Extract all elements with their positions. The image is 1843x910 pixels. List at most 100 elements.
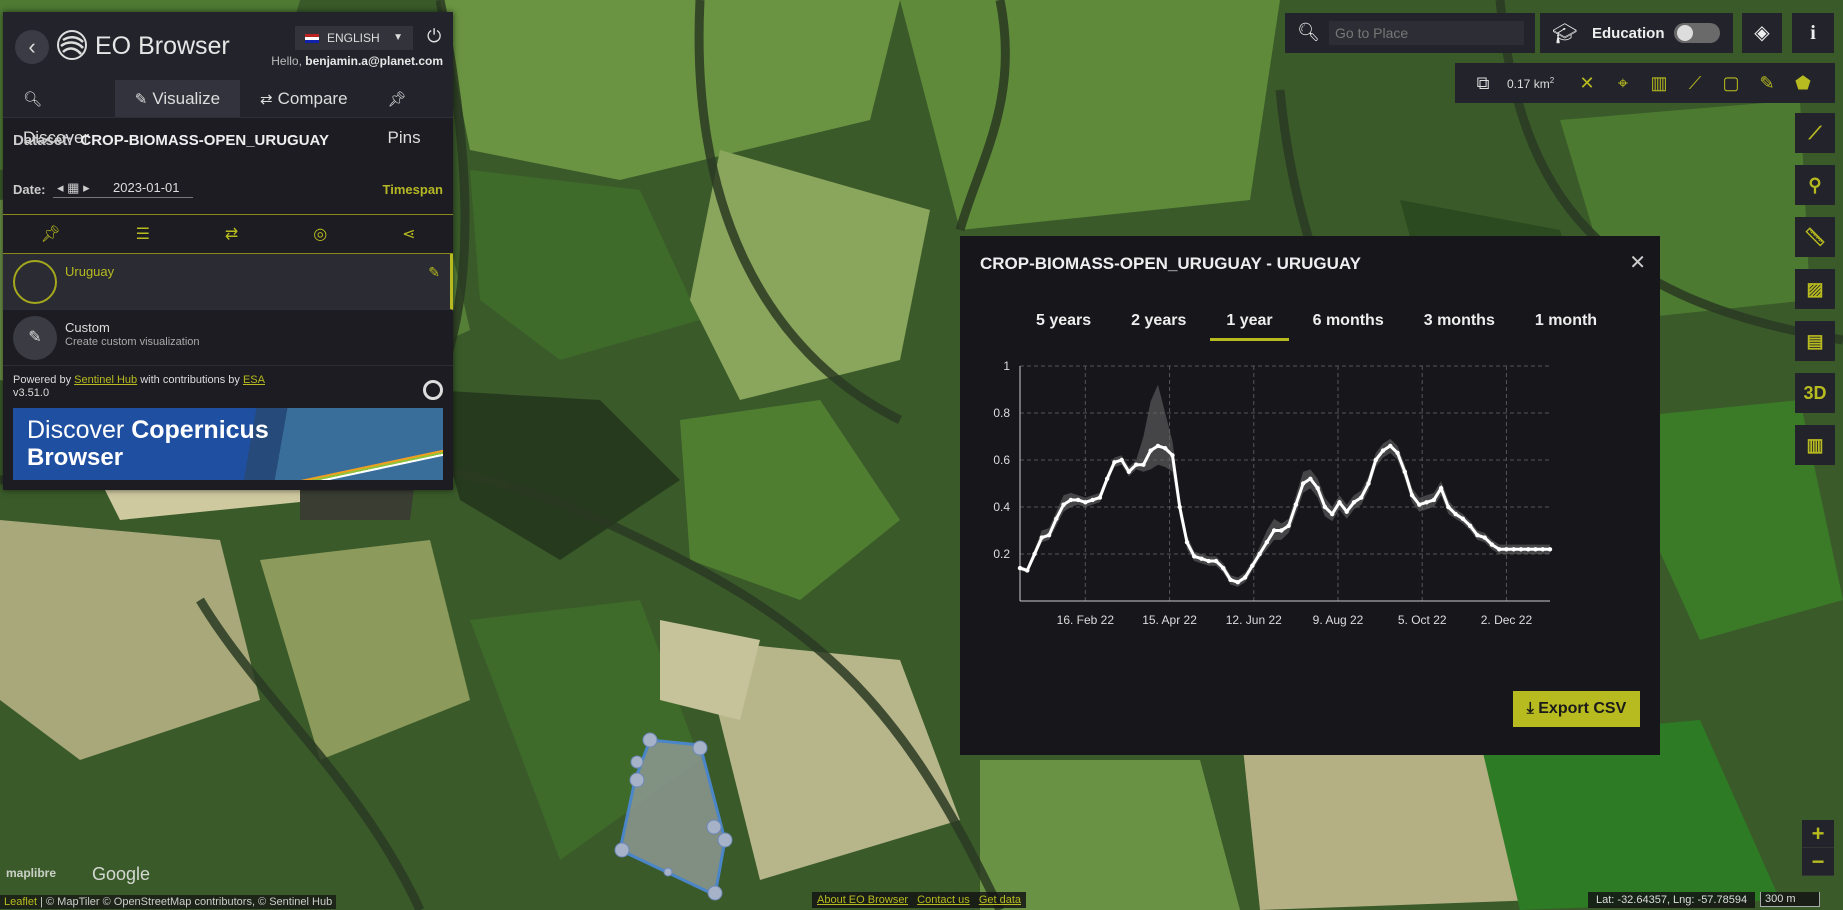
chart-icon[interactable]: ▥: [1795, 425, 1835, 465]
image-download-icon[interactable]: ▨: [1795, 269, 1835, 309]
about-link[interactable]: About EO Browser: [817, 894, 908, 906]
tab-pins[interactable]: 📌︎ Pins: [368, 80, 453, 147]
period-tab[interactable]: 1 year: [1210, 312, 1289, 341]
calendar-icon[interactable]: ▦: [67, 180, 79, 195]
graduation-cap-icon: 🎓︎: [1552, 23, 1578, 45]
visualization-uruguay[interactable]: Uruguay ✎: [3, 254, 453, 310]
esa-link[interactable]: ESA: [243, 374, 265, 386]
period-tab[interactable]: 1 month: [1519, 312, 1613, 341]
data-point: [1482, 535, 1487, 540]
pin-icon: 📌︎: [387, 91, 407, 108]
x-tick-label: 9. Aug 22: [1313, 613, 1364, 627]
search-bar: 🔍︎: [1285, 13, 1535, 53]
timespan-toggle[interactable]: Timespan: [383, 182, 443, 197]
app-title: EO Browser: [95, 32, 230, 60]
data-point: [1511, 547, 1516, 552]
remove-icon[interactable]: ✕: [1569, 73, 1605, 94]
data-point: [1395, 450, 1400, 456]
education-toggle[interactable]: [1674, 23, 1720, 43]
copy-icon[interactable]: ⧉: [1465, 73, 1501, 94]
zoom-in-button[interactable]: +: [1802, 820, 1834, 848]
data-point: [1213, 558, 1219, 564]
layers-icon[interactable]: ◈: [1742, 13, 1782, 53]
rectangle-icon[interactable]: ▢: [1713, 73, 1749, 94]
eye-slash-icon[interactable]: ◎: [313, 224, 327, 244]
back-button[interactable]: ‹: [15, 30, 49, 64]
language-select[interactable]: ENGLISH ▼: [295, 26, 413, 50]
sentinel-hub-link[interactable]: Sentinel Hub: [74, 374, 137, 386]
data-point: [1119, 457, 1124, 463]
banner-line-1: Discover Copernicus: [27, 416, 269, 445]
sliders-icon[interactable]: ☰: [136, 224, 150, 244]
prev-date-icon[interactable]: ◂: [57, 180, 64, 195]
data-point: [1235, 580, 1241, 585]
user-email: benjamin.a@planet.com: [305, 54, 443, 68]
visualization-custom[interactable]: ✎ Custom Create custom visualization: [3, 310, 453, 366]
scale-bar: 300 m: [1760, 892, 1820, 907]
period-tab[interactable]: 5 years: [1020, 312, 1107, 341]
data-point: [1547, 547, 1553, 552]
toggle-knob: [1677, 25, 1693, 41]
data-point: [1438, 486, 1444, 491]
eo-browser-logo-icon: [57, 30, 87, 60]
film-icon[interactable]: ▤: [1795, 321, 1835, 361]
polygon-icon[interactable]: ⬟: [1785, 73, 1821, 94]
tab-compare[interactable]: ⇄ Compare: [240, 80, 368, 117]
close-icon[interactable]: ✕: [1629, 250, 1646, 275]
swap-icon[interactable]: ⇄: [225, 224, 238, 244]
3d-button[interactable]: 3D: [1795, 373, 1835, 413]
copernicus-banner[interactable]: Discover Copernicus Browser: [13, 408, 443, 480]
data-point: [1112, 460, 1117, 465]
period-tab[interactable]: 3 months: [1408, 312, 1511, 341]
get-data-link[interactable]: Get data: [979, 894, 1021, 906]
y-tick-label: 0.8: [993, 406, 1010, 420]
export-csv-button[interactable]: ⤓ Export CSV: [1513, 691, 1640, 727]
data-point: [1133, 462, 1139, 467]
x-tick-label: 12. Jun 22: [1226, 613, 1282, 627]
powered-middle: with contributions by: [140, 374, 240, 386]
data-point: [1337, 500, 1342, 505]
data-point: [1090, 497, 1095, 503]
timeseries-chart: 0.2 0.4 0.6 0.8 1 16. Feb 22 15. Apr 22 12. Jun…: [993, 359, 1553, 627]
data-point: [1025, 568, 1030, 573]
area-value: 0.17 km: [1507, 76, 1550, 91]
period-tab[interactable]: 6 months: [1297, 312, 1400, 341]
data-point: [1206, 558, 1211, 564]
zoom-out-button[interactable]: −: [1802, 848, 1834, 876]
data-point: [1518, 547, 1524, 552]
data-point: [1388, 443, 1393, 449]
logout-icon[interactable]: ⏻: [427, 26, 441, 47]
edit-icon[interactable]: ✎: [428, 264, 440, 281]
contact-link[interactable]: Contact us: [917, 894, 970, 906]
banner-line-2: Browser: [27, 444, 124, 471]
info-icon[interactable]: i: [1792, 13, 1834, 53]
location-pin-icon[interactable]: ⚲: [1795, 165, 1835, 205]
data-point: [1373, 457, 1378, 463]
tab-visualize[interactable]: ✎ Visualize: [114, 80, 241, 117]
share-icon[interactable]: ⋖: [402, 224, 415, 244]
data-point: [1046, 533, 1052, 538]
data-point: [1431, 497, 1437, 503]
search-input[interactable]: [1329, 21, 1524, 45]
data-point: [1017, 565, 1023, 571]
tab-discover[interactable]: 🔍︎Discover: [3, 80, 115, 147]
pencil-icon[interactable]: ✎: [1749, 73, 1785, 94]
leaflet-link[interactable]: Leaflet: [4, 896, 37, 908]
histogram-icon[interactable]: ⟋: [1677, 73, 1713, 94]
statistics-icon[interactable]: ▥: [1641, 73, 1677, 94]
data-point: [1155, 443, 1161, 449]
line-icon[interactable]: ⟋: [1795, 113, 1835, 153]
panel-header: ‹ EO Browser ENGLISH ▼ ⏻ Hello, benjamin…: [3, 12, 453, 80]
pin-icon[interactable]: 📌︎: [40, 224, 60, 244]
zoom-controls: + −: [1802, 820, 1834, 876]
period-tab[interactable]: 2 years: [1115, 312, 1202, 341]
data-point: [1068, 497, 1074, 503]
next-date-icon[interactable]: ▸: [83, 180, 90, 195]
x-tick-label: 15. Apr 22: [1142, 613, 1197, 627]
crosshair-icon[interactable]: ⌖: [1605, 73, 1641, 94]
y-tick-label: 1: [1003, 359, 1010, 373]
dataset-value: CROP-BIOMASS-OPEN_URUGUAY: [80, 132, 330, 149]
ruler-icon[interactable]: 📏︎: [1795, 217, 1835, 257]
education-label: Education: [1592, 25, 1665, 42]
layer-toolbar: 📌︎ ☰ ⇄ ◎ ⋖: [3, 214, 453, 254]
